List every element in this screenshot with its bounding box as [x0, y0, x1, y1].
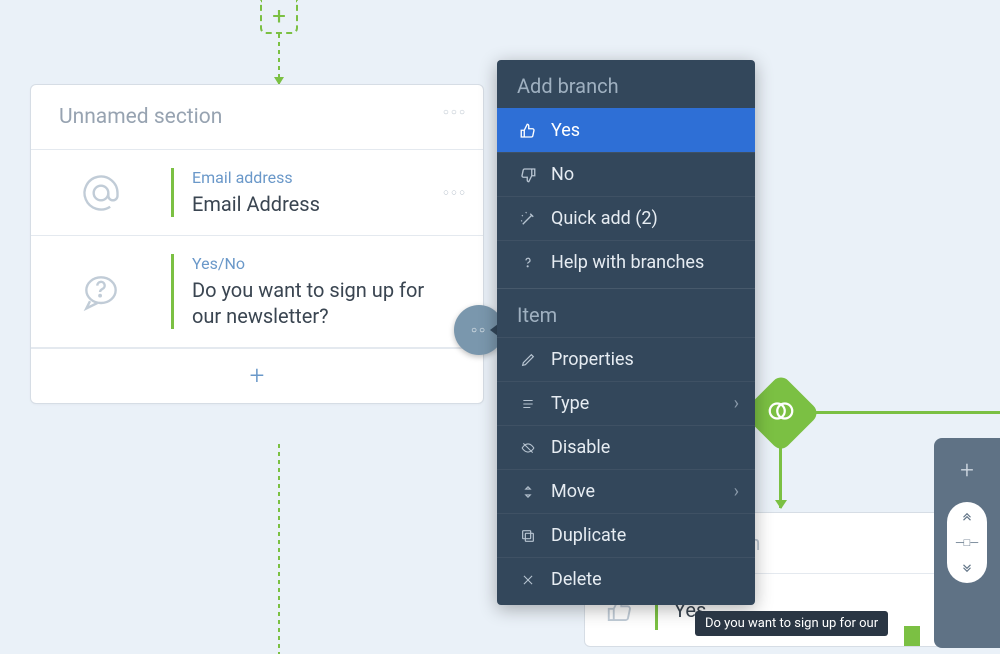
move-icon	[515, 483, 541, 501]
menu-item-duplicate[interactable]: Duplicate	[497, 513, 755, 557]
chevron-right-icon: ›	[734, 481, 739, 502]
menu-item-delete[interactable]: Delete	[497, 557, 755, 601]
section-title-text: Unnamed section	[59, 105, 222, 129]
connector-line	[278, 34, 280, 84]
menu-item-label: Properties	[551, 349, 634, 370]
menu-item-label: Disable	[551, 437, 610, 458]
menu-item-branch-yes[interactable]: Yes	[497, 108, 755, 152]
list-icon	[515, 397, 541, 411]
item-title: Email Address	[192, 191, 443, 217]
item-type-label: Email address	[192, 168, 443, 187]
connector-line	[779, 442, 782, 508]
menu-item-label: Help with branches	[551, 252, 704, 273]
menu-item-label: No	[551, 164, 574, 185]
item-menu-handle[interactable]: ○○○	[443, 187, 467, 198]
connector-line	[278, 444, 280, 654]
menu-item-move[interactable]: Move ›	[497, 469, 755, 513]
wand-icon	[515, 210, 541, 228]
thumbs-down-icon	[515, 166, 541, 184]
zoom-panel: + ─□─	[934, 438, 1000, 648]
at-icon	[31, 171, 171, 215]
menu-item-help-branches[interactable]: Help with branches	[497, 240, 755, 284]
close-icon	[515, 573, 541, 587]
eye-off-icon	[515, 441, 541, 455]
menu-item-branch-no[interactable]: No	[497, 152, 755, 196]
menu-item-disable[interactable]: Disable	[497, 425, 755, 469]
menu-section-item: Item	[497, 288, 755, 337]
panel-add-button[interactable]: +	[954, 450, 980, 490]
add-item-button[interactable]: +	[31, 348, 483, 403]
form-item-email[interactable]: Email address Email Address ○○○	[31, 150, 483, 236]
item-type-label: Yes/No	[192, 254, 443, 273]
item-accent-bar	[171, 168, 174, 217]
menu-item-label: Duplicate	[551, 525, 626, 546]
zoom-out-button[interactable]	[958, 559, 976, 573]
section-card: Unnamed section ○○○ Email address Email …	[30, 84, 484, 404]
item-body: Yes/No Do you want to sign up for our ne…	[192, 254, 483, 329]
venn-icon	[766, 396, 796, 430]
menu-item-quick-add[interactable]: Quick add (2)	[497, 196, 755, 240]
menu-item-type[interactable]: Type ›	[497, 381, 755, 425]
context-menu: Add branch Yes No Quick add (2) Help wit…	[497, 60, 755, 605]
connector-line	[904, 626, 920, 646]
item-title: Do you want to sign up for our newslette…	[192, 277, 443, 329]
menu-item-properties[interactable]: Properties	[497, 337, 755, 381]
menu-item-label: Quick add (2)	[551, 208, 658, 229]
menu-item-label: Move	[551, 481, 595, 502]
item-accent-bar	[171, 254, 174, 329]
pencil-icon	[515, 352, 541, 368]
question-bubble-icon	[31, 270, 171, 314]
chevron-right-icon: ›	[734, 393, 739, 414]
menu-item-label: Yes	[551, 120, 580, 141]
section-title: Unnamed section ○○○	[31, 85, 483, 150]
item-body: Email address Email Address	[192, 168, 483, 217]
section-menu-handle[interactable]: ○○○	[443, 107, 467, 118]
zoom-slider-handle[interactable]: ─□─	[956, 536, 978, 549]
tooltip: Do you want to sign up for our	[695, 611, 888, 636]
form-item-yesno[interactable]: Yes/No Do you want to sign up for our ne…	[31, 236, 483, 348]
zoom-in-button[interactable]	[958, 512, 976, 526]
help-icon	[515, 254, 541, 272]
menu-item-label: Delete	[551, 569, 602, 590]
thumbs-up-icon	[515, 122, 541, 140]
add-node-button[interactable]: +	[260, 0, 298, 34]
dots-icon: ○○	[471, 325, 487, 336]
menu-item-label: Type	[551, 393, 589, 414]
menu-section-add-branch: Add branch	[497, 60, 755, 108]
connector-line	[808, 411, 1000, 414]
duplicate-icon	[515, 528, 541, 544]
zoom-control: ─□─	[947, 502, 987, 583]
